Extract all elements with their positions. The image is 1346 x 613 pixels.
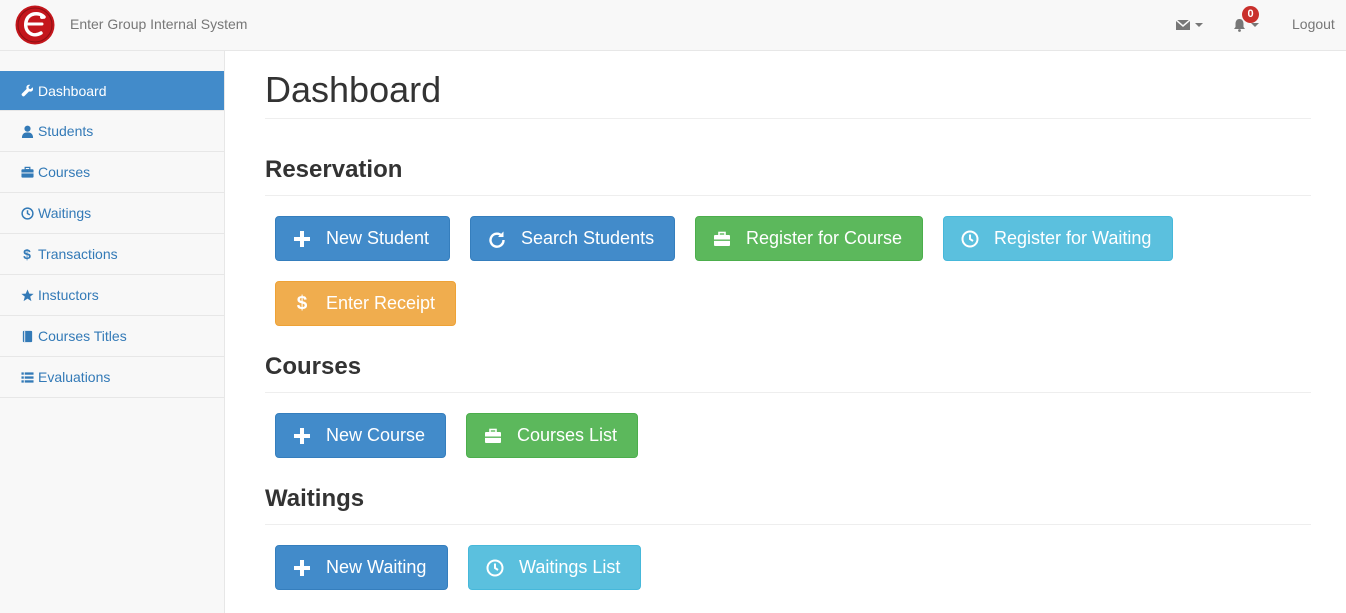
envelope-icon xyxy=(1176,19,1190,31)
button-label: New Student xyxy=(326,228,430,248)
divider xyxy=(265,118,1311,119)
clock-icon xyxy=(485,558,505,578)
courses-heading: Courses xyxy=(265,353,362,380)
reservation-heading: Reservation xyxy=(265,156,403,183)
button-label: Courses List xyxy=(517,425,618,445)
button-label: Register for Waiting xyxy=(994,228,1152,248)
dollar-icon: $ xyxy=(296,292,308,314)
button-label: New Course xyxy=(326,425,426,445)
button-label: Waitings List xyxy=(519,557,621,577)
clock-icon xyxy=(20,206,34,220)
button-label: Register for Course xyxy=(746,228,903,248)
book-icon xyxy=(20,329,34,343)
sidebar-item-evaluations[interactable]: Evaluations xyxy=(0,357,224,398)
page-title: Dashboard xyxy=(265,69,442,110)
sidebar-item-label: Transactions xyxy=(38,246,118,262)
courses-list-button[interactable]: Courses List xyxy=(466,413,638,458)
messages-dropdown[interactable] xyxy=(1176,0,1203,50)
sidebar-item-courses-titles[interactable]: Courses Titles xyxy=(0,316,224,357)
briefcase-icon xyxy=(712,229,732,249)
clock-icon xyxy=(960,229,980,249)
plus-icon xyxy=(292,558,312,578)
sidebar-item-transactions[interactable]: $ Transactions xyxy=(0,234,224,275)
sidebar: Dashboard Students Courses Waitings $ Tr… xyxy=(0,51,225,613)
sidebar-item-dashboard[interactable]: Dashboard xyxy=(0,71,224,111)
chevron-down-icon xyxy=(1195,23,1203,27)
refresh-icon xyxy=(487,229,507,249)
sidebar-item-label: Instuctors xyxy=(38,287,99,303)
list-icon xyxy=(20,370,34,384)
waitings-list-button[interactable]: Waitings List xyxy=(468,545,641,590)
sidebar-item-waitings[interactable]: Waitings xyxy=(0,193,224,234)
sidebar-item-courses[interactable]: Courses xyxy=(0,152,224,193)
dollar-icon: $ xyxy=(23,246,31,262)
waitings-heading: Waitings xyxy=(265,485,365,512)
register-course-button[interactable]: Register for Course xyxy=(695,216,923,261)
star-icon xyxy=(20,288,34,302)
sidebar-item-label: Evaluations xyxy=(38,369,111,385)
plus-icon xyxy=(292,426,312,446)
button-label: Enter Receipt xyxy=(326,293,436,313)
chevron-down-icon xyxy=(1251,23,1259,27)
sidebar-nav: Dashboard Students Courses Waitings $ Tr… xyxy=(0,71,224,398)
new-waiting-button[interactable]: New Waiting xyxy=(275,545,448,590)
sidebar-item-label: Courses Titles xyxy=(38,328,127,344)
wrench-icon xyxy=(20,84,34,98)
sidebar-item-label: Courses xyxy=(38,164,91,180)
notification-badge: 0 xyxy=(1242,6,1259,23)
sidebar-item-students[interactable]: Students xyxy=(0,111,224,152)
brand-title[interactable]: Enter Group Internal System xyxy=(70,16,247,32)
new-course-button[interactable]: New Course xyxy=(275,413,446,458)
sidebar-item-label: Dashboard xyxy=(38,82,107,99)
divider xyxy=(265,392,1311,393)
top-navbar: Enter Group Internal System 0 Logout xyxy=(0,0,1346,51)
plus-icon xyxy=(292,229,312,249)
logout-link[interactable]: Logout xyxy=(1292,16,1335,32)
register-waiting-button[interactable]: Register for Waiting xyxy=(943,216,1173,261)
button-label: Search Students xyxy=(521,228,655,248)
logo[interactable] xyxy=(15,5,55,45)
sidebar-item-instructors[interactable]: Instuctors xyxy=(0,275,224,316)
briefcase-icon xyxy=(20,165,34,179)
notifications-dropdown[interactable]: 0 xyxy=(1233,0,1259,50)
briefcase-icon xyxy=(483,426,503,446)
divider xyxy=(265,195,1311,196)
divider xyxy=(265,524,1311,525)
button-label: New Waiting xyxy=(326,557,427,577)
sidebar-item-label: Students xyxy=(38,123,94,139)
search-students-button[interactable]: Search Students xyxy=(470,216,675,261)
new-student-button[interactable]: New Student xyxy=(275,216,450,261)
enter-receipt-button[interactable]: $ Enter Receipt xyxy=(275,281,456,326)
sidebar-item-label: Waitings xyxy=(38,205,92,221)
user-icon xyxy=(20,124,34,138)
